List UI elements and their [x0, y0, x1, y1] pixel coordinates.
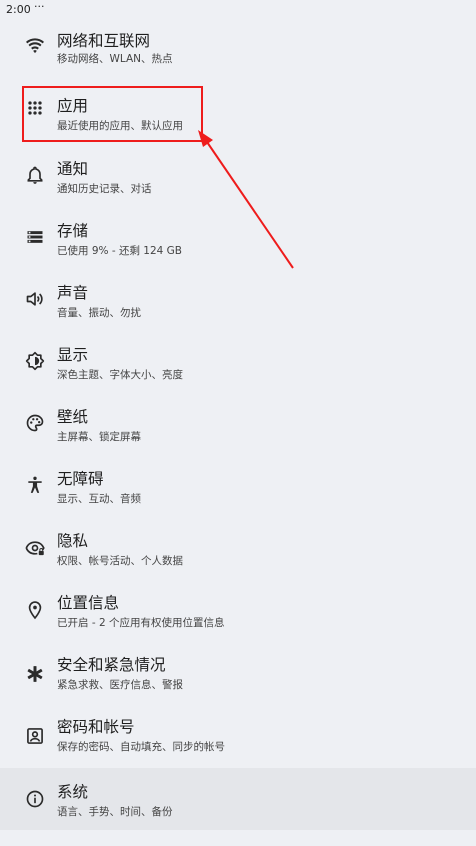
bell-icon — [24, 164, 46, 186]
settings-item-title: 安全和紧急情况 — [57, 656, 166, 674]
settings-item-system[interactable]: 系统 语言、手势、时间、备份 — [0, 768, 476, 830]
storage-icon — [24, 226, 46, 248]
settings-item-location[interactable]: 位置信息 已开启 - 2 个应用有权使用位置信息 — [0, 573, 476, 635]
settings-item-subtitle: 音量、振动、勿扰 — [57, 307, 141, 319]
location-pin-icon — [24, 599, 46, 621]
volume-icon — [24, 288, 46, 310]
status-more-icon: ··· — [34, 0, 45, 13]
settings-item-subtitle: 语言、手势、时间、备份 — [57, 806, 173, 818]
settings-item-title: 通知 — [57, 160, 89, 178]
account-box-icon — [24, 725, 46, 747]
emergency-asterisk-icon — [24, 663, 46, 685]
settings-item-title: 网络和互联网 — [57, 32, 151, 50]
settings-item-title: 声音 — [57, 284, 89, 302]
settings-item-privacy[interactable]: 隐私 权限、帐号活动、个人数据 — [0, 511, 476, 573]
settings-item-storage[interactable]: 存储 已使用 9% - 还剩 124 GB — [0, 201, 476, 263]
settings-item-accounts[interactable]: 密码和帐号 保存的密码、自动填充、同步的帐号 — [0, 697, 476, 759]
privacy-eye-icon — [24, 537, 46, 559]
settings-item-subtitle: 已开启 - 2 个应用有权使用位置信息 — [57, 617, 225, 629]
settings-item-subtitle: 紧急求救、医疗信息、警报 — [57, 679, 183, 691]
settings-item-title: 壁纸 — [57, 408, 89, 426]
highlight-box — [22, 86, 203, 142]
accessibility-icon — [24, 474, 46, 496]
settings-item-subtitle: 已使用 9% - 还剩 124 GB — [57, 245, 183, 257]
settings-item-subtitle: 显示、互动、音频 — [57, 493, 141, 505]
settings-item-title: 无障碍 — [57, 470, 104, 488]
settings-item-title: 隐私 — [57, 532, 89, 550]
wifi-icon — [24, 35, 46, 57]
settings-item-subtitle: 权限、帐号活动、个人数据 — [57, 555, 183, 567]
settings-item-wallpaper[interactable]: 壁纸 主屏幕、锁定屏幕 — [0, 387, 476, 449]
brightness-icon — [24, 350, 46, 372]
settings-item-sound[interactable]: 声音 音量、振动、勿扰 — [0, 263, 476, 325]
settings-item-notifications[interactable]: 通知 通知历史记录、对话 — [0, 139, 476, 201]
info-icon — [24, 788, 46, 810]
settings-item-title: 位置信息 — [57, 594, 120, 612]
settings-item-title: 存储 — [57, 222, 89, 240]
settings-item-title: 密码和帐号 — [57, 718, 135, 736]
settings-item-subtitle: 主屏幕、锁定屏幕 — [57, 431, 141, 443]
settings-item-accessibility[interactable]: 无障碍 显示、互动、音频 — [0, 449, 476, 511]
settings-item-display[interactable]: 显示 深色主题、字体大小、亮度 — [0, 325, 476, 387]
settings-item-subtitle: 保存的密码、自动填充、同步的帐号 — [57, 741, 225, 753]
settings-item-subtitle: 深色主题、字体大小、亮度 — [57, 369, 183, 381]
settings-item-title: 显示 — [57, 346, 89, 364]
settings-item-title: 系统 — [57, 783, 89, 801]
settings-item-safety[interactable]: 安全和紧急情况 紧急求救、医疗信息、警报 — [0, 635, 476, 697]
palette-icon — [24, 412, 46, 434]
settings-item-network[interactable]: 网络和互联网 移动网络、WLAN、热点 — [0, 15, 476, 77]
bottom-area — [0, 830, 476, 846]
settings-item-subtitle: 移动网络、WLAN、热点 — [57, 53, 173, 65]
settings-item-subtitle: 通知历史记录、对话 — [57, 183, 152, 195]
